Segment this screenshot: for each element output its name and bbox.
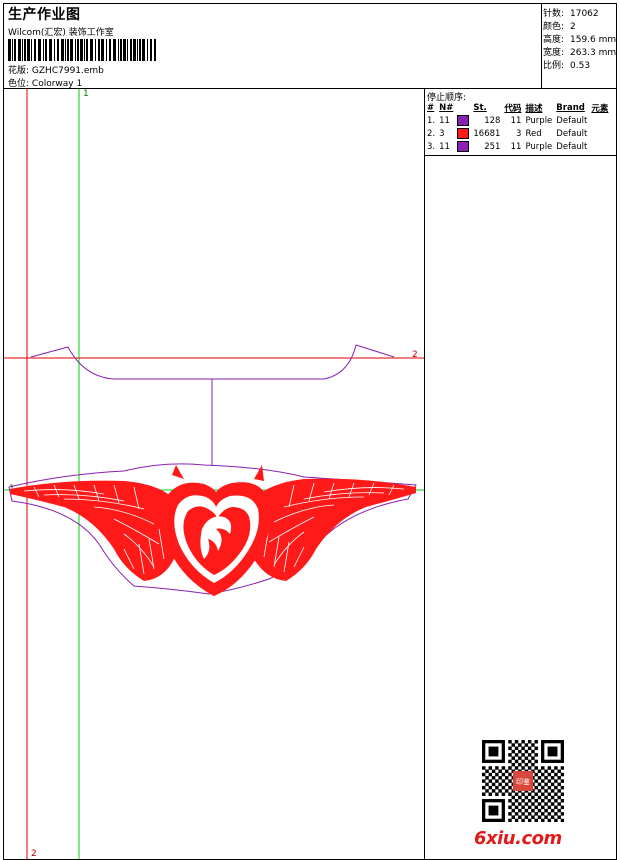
stat-label: 高度: bbox=[543, 35, 565, 45]
stat-scale: 比例: 0.53 bbox=[543, 58, 590, 71]
row-desc: Purple bbox=[525, 141, 553, 152]
col-header: Brand bbox=[556, 102, 585, 113]
row-brand: Default bbox=[556, 115, 588, 126]
stat-value: 263.3 mm bbox=[570, 48, 617, 58]
guide-label-green: 1 bbox=[83, 89, 89, 99]
table-row[interactable]: 1. 11 128 11 Purple Default bbox=[426, 114, 611, 127]
row-index: 2. bbox=[427, 128, 436, 139]
stat-value: 2 bbox=[570, 22, 576, 32]
row-desc: Red bbox=[525, 128, 542, 139]
row-element bbox=[590, 127, 611, 140]
row-swatch bbox=[456, 114, 472, 127]
stat-width: 宽度: 263.3 mm bbox=[543, 45, 616, 58]
row-element bbox=[590, 114, 611, 127]
stat-height: 高度: 159.6 mm bbox=[543, 32, 616, 45]
design-canvas[interactable]: 1 2 2 1 bbox=[3, 88, 425, 860]
company-name: Wilcom(汇宏) 装饰工作室 bbox=[8, 28, 114, 38]
table-row[interactable]: 3. 11 251 11 Purple Default bbox=[426, 140, 611, 153]
left-wing bbox=[10, 480, 177, 581]
stat-stitches: 针数: 17062 bbox=[543, 6, 599, 19]
col-header: 描述 bbox=[525, 103, 543, 114]
col-header: 元素 bbox=[591, 103, 609, 114]
col-header: 代码 bbox=[504, 103, 522, 114]
stat-label: 颜色: bbox=[543, 22, 565, 32]
col-header: N# bbox=[439, 102, 454, 113]
devil-heart bbox=[160, 465, 272, 597]
col-header: St. bbox=[473, 102, 487, 113]
color-swatch bbox=[457, 115, 470, 126]
stat-value: 159.6 mm bbox=[570, 35, 617, 45]
row-needle: 3 bbox=[439, 128, 445, 139]
row-swatch bbox=[456, 140, 472, 153]
page-title: 生产作业图 bbox=[8, 7, 81, 23]
stat-value: 0.53 bbox=[570, 61, 591, 71]
stat-label: 宽度: bbox=[543, 48, 565, 58]
row-index: 3. bbox=[427, 141, 436, 152]
stats-box: 针数: 17062 颜色: 2 高度: 159.6 mm 宽度: 263.3 mm 比例… bbox=[541, 4, 616, 88]
panel-divider bbox=[425, 155, 616, 156]
design-file: GZHC7991.emb bbox=[31, 66, 104, 76]
table-header-row: # N# St. 代码 描述 Brand 元素 bbox=[426, 101, 611, 114]
row-element bbox=[590, 140, 611, 153]
row-stitches: 128 bbox=[484, 115, 501, 126]
row-needle: 11 bbox=[439, 141, 450, 152]
row-needle: 11 bbox=[439, 115, 450, 126]
row-brand: Default bbox=[556, 141, 588, 152]
row-index: 1. bbox=[427, 115, 436, 126]
col-header bbox=[456, 101, 472, 114]
color-swatch bbox=[457, 141, 470, 152]
row-code: 11 bbox=[510, 141, 522, 152]
seal-stamp-text: 印鉴 bbox=[516, 777, 530, 786]
row-stitches: 251 bbox=[484, 141, 501, 152]
header-info: 生产作业图 Wilcom(汇宏) 装饰工作室 花版: GZHC7991.emb … bbox=[4, 4, 542, 89]
row-desc: Purple bbox=[525, 115, 553, 126]
row-stitches: 16681 bbox=[473, 128, 501, 139]
stat-colors: 颜色: 2 bbox=[543, 19, 576, 32]
guide-label-red-vertical: 2 bbox=[31, 849, 37, 859]
row-code: 3 bbox=[516, 128, 522, 139]
design-drawing: 1 2 2 1 bbox=[4, 89, 424, 859]
row-code: 11 bbox=[510, 115, 522, 126]
barcode bbox=[8, 39, 156, 61]
design-label: 花版: bbox=[8, 66, 30, 76]
stat-label: 比例: bbox=[543, 61, 565, 71]
row-brand: Default bbox=[556, 128, 588, 139]
right-horn bbox=[254, 465, 264, 481]
right-wing bbox=[251, 478, 416, 581]
stop-sequence-table: # N# St. 代码 描述 Brand 元素 1. 11 128 11 Purple D… bbox=[426, 101, 611, 153]
watermark: 6xiu.com bbox=[474, 828, 562, 849]
stat-value: 17062 bbox=[570, 9, 599, 19]
table-row[interactable]: 2. 3 16681 3 Red Default bbox=[426, 127, 611, 140]
color-swatch bbox=[457, 128, 470, 139]
left-horn bbox=[172, 465, 184, 479]
design-row: 花版: GZHC7991.emb bbox=[8, 63, 104, 76]
row-swatch bbox=[456, 127, 472, 140]
stat-label: 针数: bbox=[543, 9, 565, 19]
top-outline bbox=[30, 344, 395, 380]
guide-label-red-horizontal: 2 bbox=[412, 350, 418, 360]
qr-code[interactable]: 印鉴 bbox=[482, 740, 564, 822]
header: 生产作业图 Wilcom(汇宏) 装饰工作室 花版: GZHC7991.emb … bbox=[3, 3, 617, 89]
col-header: # bbox=[427, 102, 435, 113]
